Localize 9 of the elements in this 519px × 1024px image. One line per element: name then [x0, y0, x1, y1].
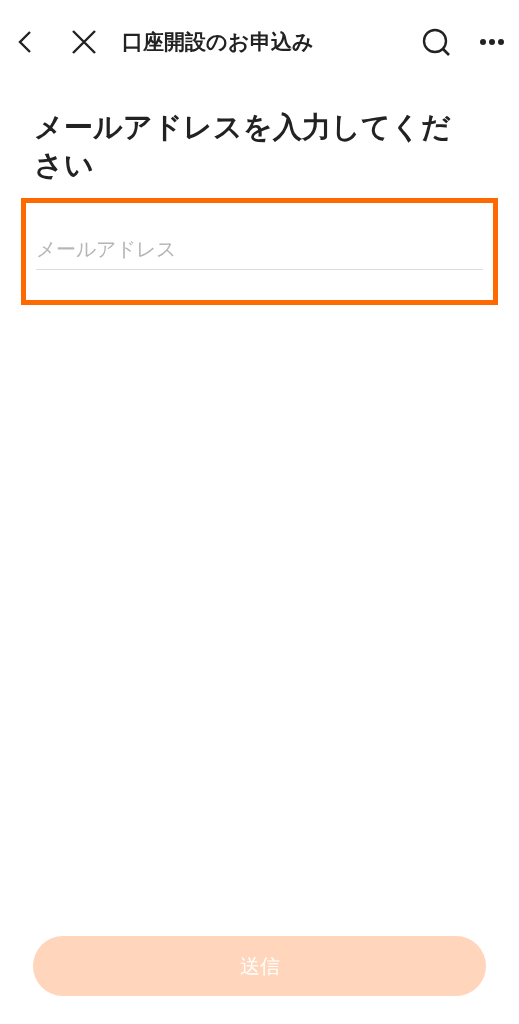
search-button[interactable]: [421, 27, 451, 57]
page-heading: メールアドレスを入力してください: [34, 109, 452, 184]
email-field[interactable]: メールアドレス: [36, 231, 483, 270]
close-icon: [70, 28, 98, 56]
close-button[interactable]: [70, 28, 98, 56]
more-button[interactable]: [479, 38, 505, 46]
search-icon: [421, 27, 451, 57]
page-title: 口座開設のお申込み: [122, 29, 315, 56]
more-icon: [479, 38, 505, 46]
